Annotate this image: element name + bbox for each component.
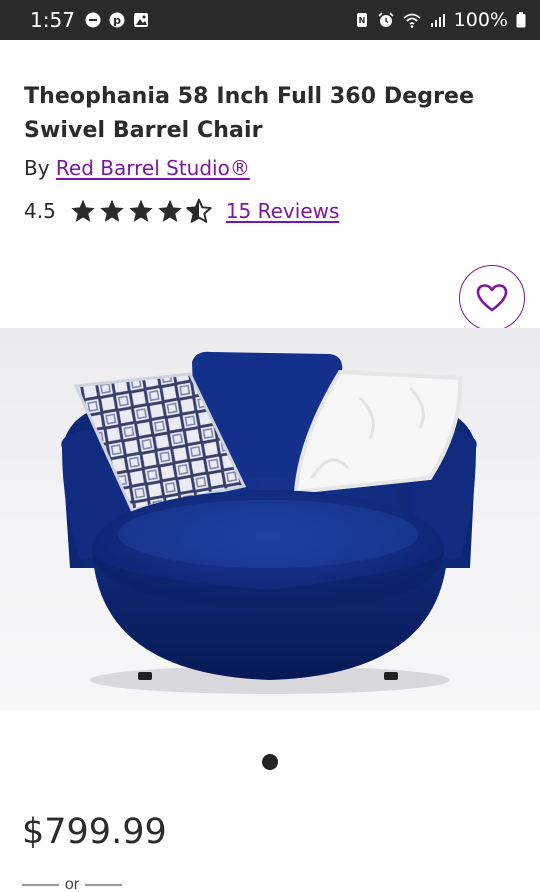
favorite-button[interactable] (459, 265, 525, 331)
svg-text:N: N (358, 16, 365, 25)
divider-line (22, 884, 59, 886)
divider-line (85, 884, 123, 886)
battery-icon (516, 12, 526, 28)
product-title: Theophania 58 Inch Full 360 Degree Swive… (24, 84, 475, 143)
svg-text:p: p (113, 14, 121, 27)
brand-line: By Red Barrel Studio® (24, 156, 250, 180)
reviews-link[interactable]: 15 Reviews (226, 199, 340, 223)
carousel-indicator[interactable] (262, 754, 278, 770)
rating-row: 4.5 15 Reviews (24, 196, 339, 226)
pinterest-icon: p (109, 12, 125, 28)
product-image[interactable] (0, 328, 540, 710)
by-label: By (24, 156, 50, 180)
alarm-icon (378, 12, 394, 27)
heart-icon (476, 284, 508, 312)
battery-percent: 100% (453, 9, 508, 31)
star-half-icon (186, 198, 212, 223)
star-full-icon (100, 199, 124, 222)
image-icon (133, 13, 148, 27)
star-full-icon (158, 199, 182, 222)
swivel-chair-image (61, 351, 477, 694)
minus-circle-icon (85, 12, 101, 28)
status-notification-icons: p (85, 12, 149, 28)
star-rating (70, 198, 212, 224)
rating-value: 4.5 (24, 199, 56, 223)
star-full-icon (129, 199, 153, 222)
status-bar: 1:57 p N 100% (0, 0, 540, 40)
or-label: or (64, 876, 80, 892)
signal-icon (430, 14, 445, 27)
star-full-icon (71, 199, 95, 222)
nfc-icon: N (356, 13, 367, 27)
brand-link[interactable]: Red Barrel Studio® (56, 156, 250, 180)
or-divider: or (22, 876, 123, 892)
status-time: 1:57 (30, 8, 75, 32)
product-price: $799.99 (22, 812, 167, 852)
status-system-icons: N 100% (354, 9, 526, 31)
wifi-icon (403, 13, 421, 28)
